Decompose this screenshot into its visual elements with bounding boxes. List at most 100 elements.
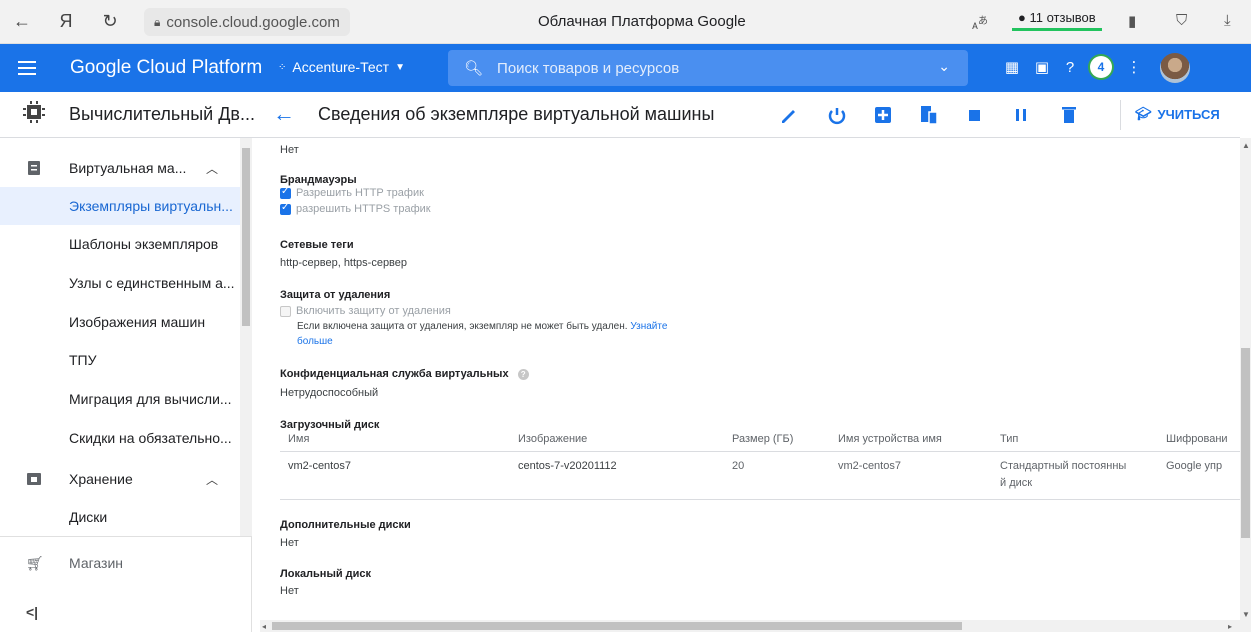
cloud-shell-icon[interactable]: ▣ (1030, 56, 1054, 80)
deletion-protection-checkbox (280, 305, 291, 317)
project-name: Accenture-Тест (292, 59, 390, 75)
sidebar-item-migration[interactable]: Миграция для вычисли... (0, 380, 240, 418)
more-vert-icon[interactable]: ⋮ (1122, 56, 1146, 80)
sidebar-item-machine-images[interactable]: Изображения машин (0, 303, 240, 341)
main-scroll-thumb[interactable] (1241, 348, 1250, 538)
boot-disk-label: Загрузочный диск (280, 419, 380, 431)
scroll-right-icon[interactable]: ▸ (1228, 622, 1232, 631)
cell-image: centos-7-v20201112 (518, 460, 617, 472)
search-box[interactable]: 🔍︎ ⌄ (448, 50, 968, 86)
notifications-badge[interactable]: 4 (1090, 56, 1112, 78)
sidebar-item-label: Миграция для вычисли... (69, 391, 232, 407)
address-url: console.cloud.google.com (166, 13, 340, 31)
yandex-logo-icon[interactable]: Я (50, 11, 82, 32)
address-bar[interactable]: 🔒︎ console.cloud.google.com (144, 8, 350, 36)
chevron-up-icon[interactable]: ︿ (206, 471, 218, 488)
app-titlebar: Вычислительный Дв... ← Сведения об экзем… (0, 92, 1240, 138)
sidebar-item-sole-tenant-nodes[interactable]: Узлы с единственным а... (0, 264, 240, 302)
sidebar-scroll-thumb[interactable] (242, 148, 250, 326)
edit-icon[interactable] (778, 104, 800, 126)
sidebar-item-storage[interactable]: Хранение ︿ (0, 460, 240, 498)
reset-icon[interactable] (826, 104, 848, 126)
sidebar-item-vm[interactable]: Виртуальная ма... ︿ (0, 149, 240, 187)
top-value: Нет (280, 144, 299, 156)
cell-size: 20 (732, 460, 745, 472)
back-icon[interactable]: ← (6, 11, 38, 32)
col-header-type: Тип (1000, 433, 1019, 445)
help-circle-icon[interactable]: ? (517, 368, 529, 380)
collapse-sidebar-icon[interactable]: <| (26, 604, 38, 620)
deletion-note-text: Если включена защита от удаления, экземп… (297, 321, 628, 332)
table-bottom-divider (280, 499, 1240, 500)
browser-page-title: Облачная Платформа Google (538, 13, 746, 30)
instance-details: Нет Брандмауэры Разрешить HTTP трафик ра… (260, 138, 1240, 620)
sidebar: Виртуальная ма... ︿ Экземпляры виртуальн… (0, 138, 252, 632)
cart-icon: 🛒︎ (26, 555, 44, 571)
https-checkbox (280, 202, 291, 215)
product-name[interactable]: Google Cloud Platform (70, 57, 262, 79)
reviews-button[interactable]: ● 11 отзывов (1012, 10, 1102, 31)
sidebar-item-tpu[interactable]: ТПУ (0, 341, 240, 379)
download-icon[interactable]: ⤓ (1224, 12, 1231, 29)
learn-label: УЧИТЬСЯ (1157, 106, 1220, 122)
browser-toolbar: ← Я ↻ 🔒︎ console.cloud.google.com Облачн… (0, 0, 1251, 44)
translate-icon[interactable]: ᴀあ (972, 12, 988, 32)
project-selector[interactable]: ⁘ Accenture-Тест ▼ (278, 59, 405, 75)
reload-icon[interactable]: ↻ (94, 11, 126, 32)
protect-icon[interactable]: ⛉ (1176, 12, 1187, 29)
learn-more-link[interactable]: Узнайте (630, 321, 667, 332)
sidebar-item-committed-use[interactable]: Скидки на обязательно... (0, 419, 240, 457)
cell-type-line2: й диск (1000, 477, 1033, 489)
sidebar-divider (0, 536, 252, 537)
search-expand-icon[interactable]: ⌄ (938, 58, 950, 75)
sidebar-item-label: Экземпляры виртуальн... (69, 198, 233, 214)
avatar[interactable] (1160, 53, 1190, 83)
cell-type: Стандартный постоянны (1000, 460, 1127, 472)
pause-icon[interactable] (1010, 104, 1032, 126)
sidebar-item-marketplace[interactable]: 🛒︎ Магазин (0, 544, 240, 582)
cell-name: vm2-centos7 (288, 460, 351, 472)
create-similar-icon[interactable] (872, 104, 894, 126)
deletion-checkbox-row: Включить защиту от удаления (280, 305, 451, 317)
horizontal-scroll-thumb[interactable] (272, 622, 962, 630)
sidebar-item-label: Скидки на обязательно... (69, 430, 232, 446)
page-title: Сведения об экземпляре виртуальной машин… (318, 104, 715, 124)
sidebar-item-disks[interactable]: Диски (0, 498, 240, 536)
sidebar-item-label: Хранение (69, 471, 133, 487)
clone-icon[interactable] (918, 104, 940, 126)
sidebar-item-label: ТПУ (69, 352, 97, 368)
bookmark-icon[interactable]: ▮ (1128, 12, 1136, 30)
learn-more-link-2[interactable]: больше (297, 336, 333, 347)
cell-device: vm2-centos7 (838, 460, 901, 472)
help-icon[interactable]: ? (1058, 56, 1082, 80)
confidential-label-text: Конфиденциальная служба виртуальных (280, 368, 509, 380)
vm-list-icon (28, 161, 40, 175)
sidebar-item-instance-templates[interactable]: Шаблоны экземпляров (0, 225, 240, 263)
local-disk-value: Нет (280, 585, 299, 597)
main-horizontal-scrollbar[interactable]: ◂ ▸ (260, 620, 1240, 632)
back-arrow-icon[interactable]: ← (273, 101, 295, 127)
additional-disks-label: Дополнительные диски (280, 519, 411, 531)
comment-icon: ● (1018, 10, 1026, 25)
menu-icon[interactable] (18, 57, 36, 79)
learn-button[interactable]: 🎓︎ УЧИТЬСЯ (1135, 106, 1220, 122)
sidebar-item-label: Диски (69, 509, 108, 525)
compute-engine-icon (23, 101, 45, 123)
scroll-down-icon[interactable]: ▼ (1242, 610, 1250, 619)
school-icon: 🎓︎ (1135, 106, 1152, 121)
main-vertical-scrollbar[interactable]: ▲ ▼ (1240, 138, 1251, 632)
gift-icon[interactable]: ▦ (1000, 56, 1024, 80)
sidebar-item-label: Шаблоны экземпляров (69, 236, 219, 252)
stop-icon[interactable] (964, 104, 986, 126)
chevron-up-icon[interactable]: ︿ (206, 160, 218, 177)
search-input[interactable] (497, 59, 918, 77)
col-header-name: Имя (288, 433, 310, 445)
sidebar-scrollbar[interactable] (240, 138, 252, 536)
scroll-left-icon[interactable]: ◂ (262, 622, 266, 631)
project-dots-icon: ⁘ (278, 61, 287, 73)
sidebar-item-vm-instances[interactable]: Экземпляры виртуальн... (0, 187, 240, 225)
deletion-note: Если включена защита от удаления, экземп… (297, 321, 667, 332)
scroll-up-icon[interactable]: ▲ (1242, 141, 1250, 150)
storage-icon (27, 473, 41, 485)
delete-icon[interactable] (1058, 104, 1080, 126)
